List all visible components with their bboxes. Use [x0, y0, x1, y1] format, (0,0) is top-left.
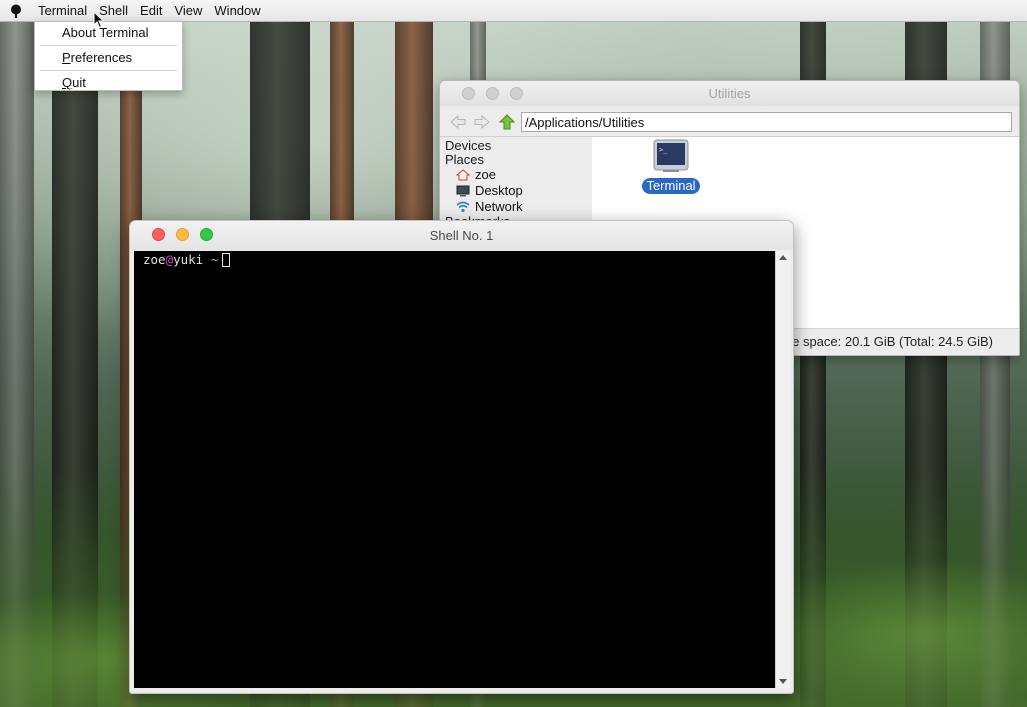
file-browser-titlebar[interactable]: Utilities [440, 81, 1019, 106]
sidebar-item-label: zoe [475, 167, 496, 182]
home-icon [455, 169, 471, 181]
sidebar-header-places: Places [445, 152, 485, 167]
desktop-icon [456, 185, 470, 197]
network-icon [456, 201, 470, 213]
free-space-status: e space: 20.1 GiB (Total: 24.5 GiB) [792, 334, 993, 349]
prompt-at: @ [165, 252, 174, 267]
terminal-screen[interactable]: zoe@yuki ~ [134, 251, 775, 688]
terminal-menu-dropdown: About Terminal Preferences Quit [34, 21, 183, 91]
mouse-pointer-icon [93, 10, 105, 32]
back-arrow-icon[interactable] [449, 114, 467, 130]
forward-arrow-icon[interactable] [473, 114, 491, 130]
sidebar-item-network[interactable]: Network [440, 199, 592, 215]
menu-terminal[interactable]: Terminal [32, 0, 93, 21]
svg-text:>_: >_ [659, 146, 668, 154]
menu-item-label: uit [72, 75, 86, 90]
sidebar-item-label: Desktop [475, 183, 523, 198]
terminal-scrollbar[interactable] [775, 251, 790, 688]
menu-separator [40, 70, 177, 71]
file-item-label: Terminal [642, 178, 700, 194]
sidebar-item-zoe[interactable]: zoe [440, 167, 592, 183]
up-arrow-icon[interactable] [498, 114, 516, 130]
terminal-window: Shell No. 1 zoe@yuki ~ [129, 220, 794, 694]
menubar: Terminal Shell Edit View Window [0, 0, 1027, 22]
menu-edit[interactable]: Edit [134, 0, 168, 21]
window-title: Utilities [708, 86, 751, 101]
menu-view[interactable]: View [168, 0, 208, 21]
prompt-directory: ~ [210, 252, 219, 267]
menu-item-about-terminal[interactable]: About Terminal [35, 22, 182, 44]
sidebar-header-devices: Devices [445, 138, 492, 153]
menu-item-quit[interactable]: Quit [35, 72, 182, 94]
sidebar-item-label: Network [475, 199, 523, 214]
mnemonic: P [62, 50, 71, 65]
path-field[interactable] [521, 112, 1012, 132]
sidebar-item-desktop[interactable]: Desktop [440, 183, 592, 199]
shell-prompt: zoe@yuki ~ [143, 252, 231, 268]
window-title: Shell No. 1 [429, 228, 494, 243]
menu-window[interactable]: Window [208, 0, 266, 21]
prompt-host: yuki [173, 252, 204, 267]
file-item-terminal[interactable]: >_ Terminal [641, 139, 701, 194]
prompt-user: zoe [143, 252, 166, 267]
menu-separator [40, 45, 177, 46]
menu-item-preferences[interactable]: Preferences [35, 47, 182, 69]
menu-item-label: references [70, 50, 133, 65]
tree-icon[interactable] [0, 0, 32, 21]
file-browser-toolbar [440, 108, 1019, 137]
text-cursor [222, 253, 231, 267]
mnemonic: Q [62, 75, 73, 90]
terminal-app-icon: >_ [641, 139, 701, 176]
terminal-titlebar[interactable]: Shell No. 1 [130, 221, 793, 250]
